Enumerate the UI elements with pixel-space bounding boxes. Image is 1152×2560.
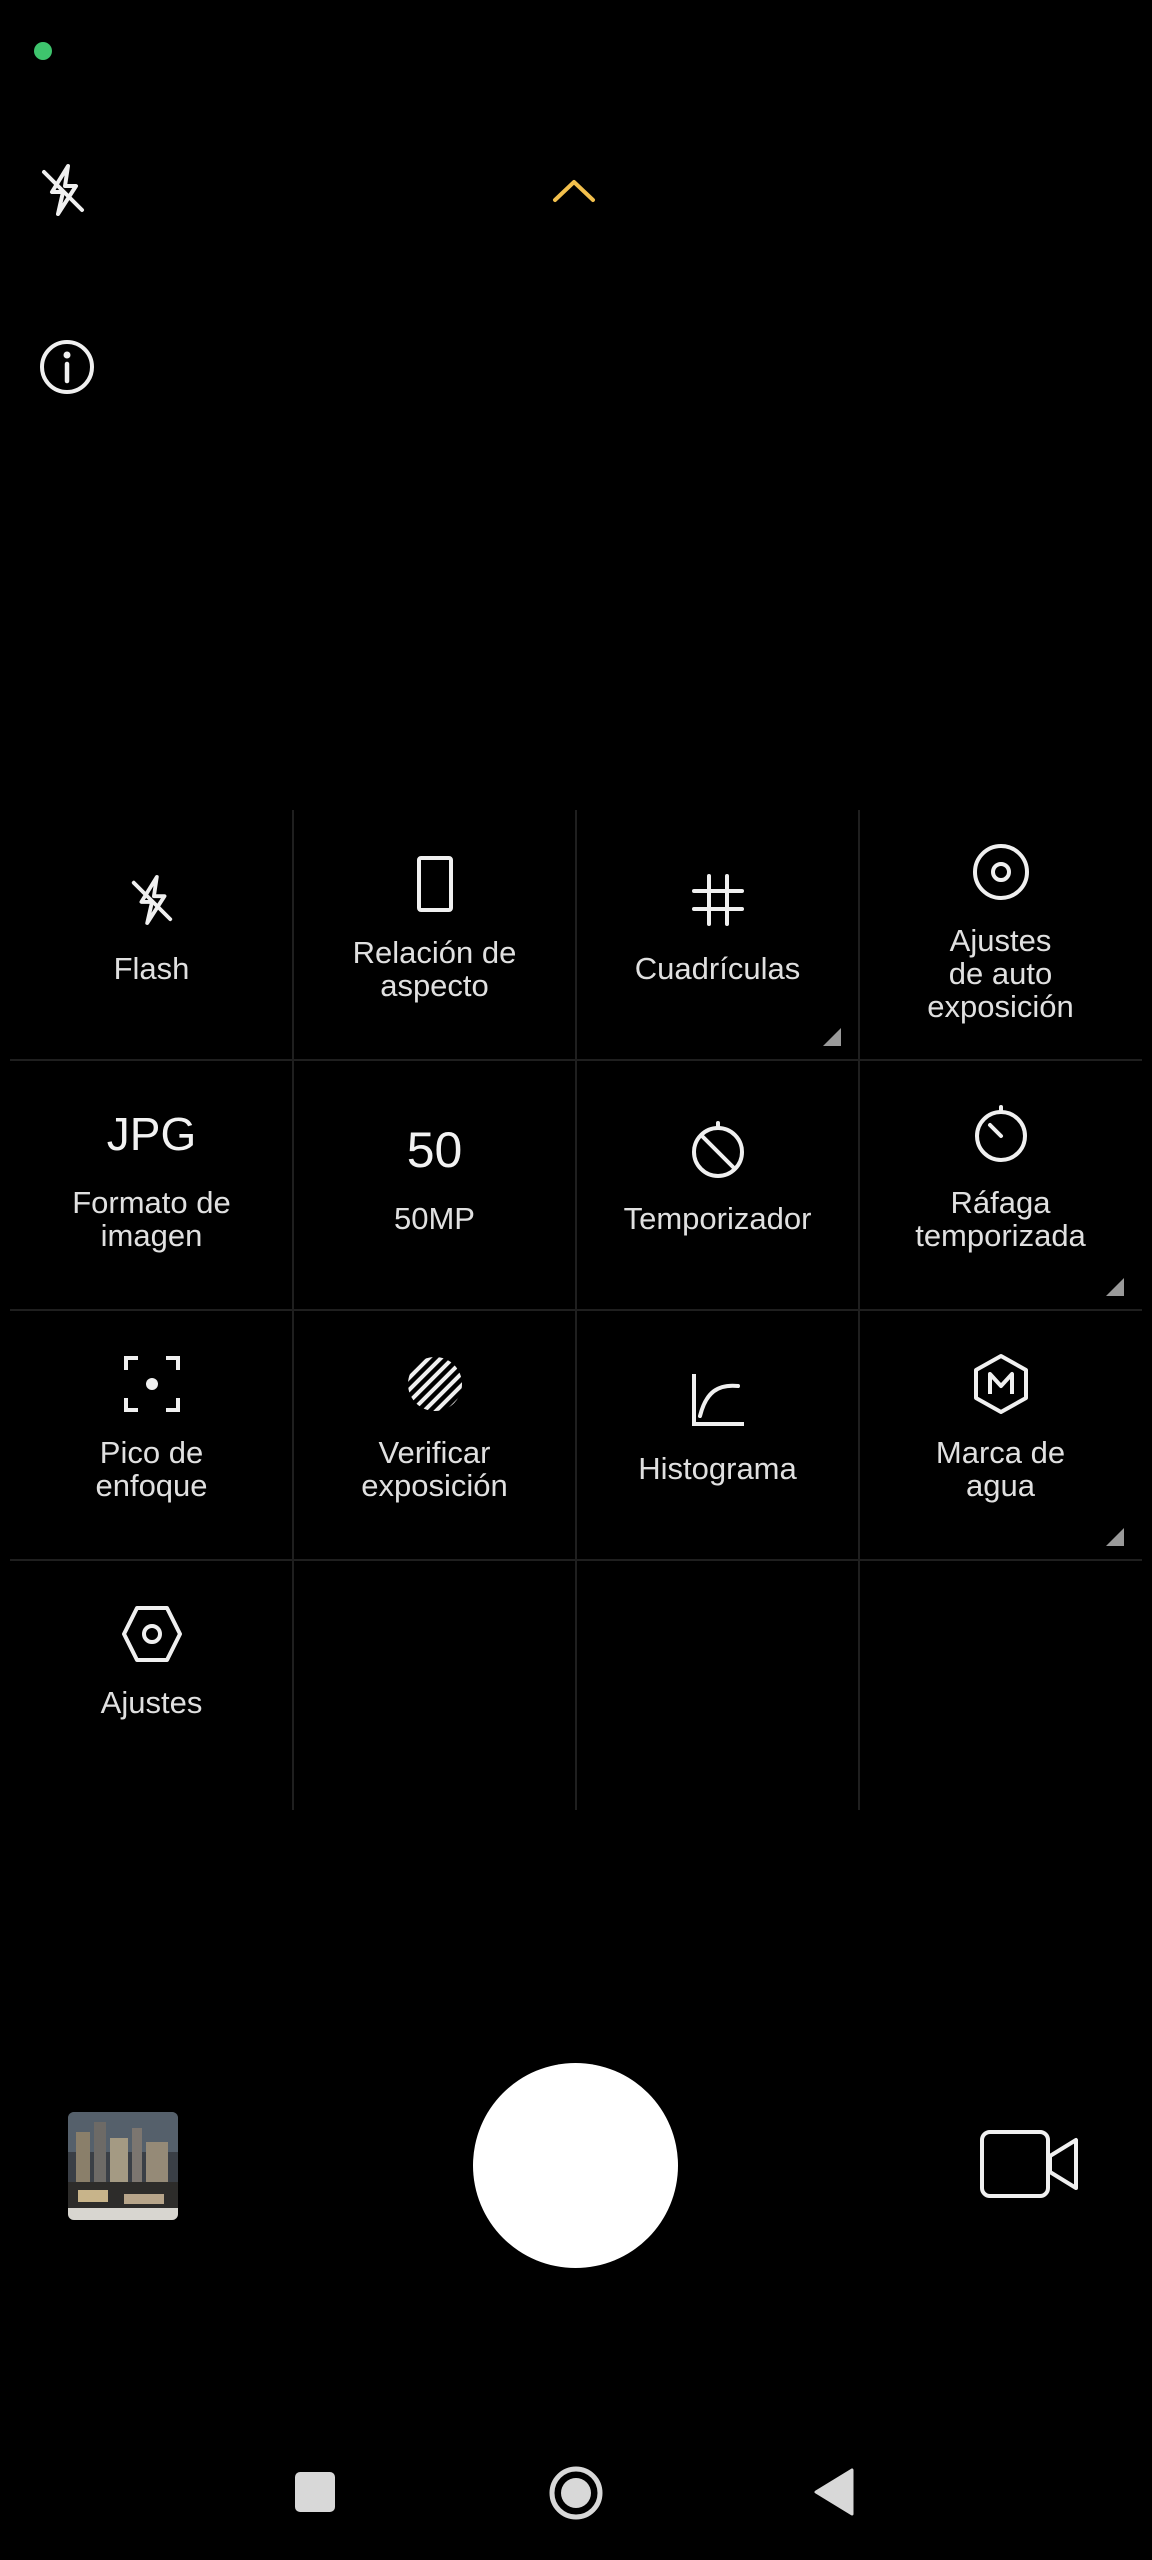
setting-label: Cuadrículas xyxy=(634,951,801,986)
setting-label: Ráfaga temporizada xyxy=(915,1185,1086,1253)
camera-screen: Flash Relación de aspecto Cuadrículas Aj… xyxy=(0,0,1152,2560)
setting-label: Temporizador xyxy=(623,1201,812,1236)
settings-grid: Flash Relación de aspecto Cuadrículas Aj… xyxy=(10,810,1142,1810)
setting-label: Formato de imagen xyxy=(72,1185,231,1253)
setting-label: Flash xyxy=(113,951,190,986)
setting-watermark[interactable]: Marca de agua xyxy=(859,1310,1142,1560)
watermark-icon xyxy=(959,1342,1043,1426)
video-camera-icon[interactable] xyxy=(978,2126,1082,2202)
setting-label: Ajustes de auto exposición xyxy=(927,923,1074,1024)
setting-histogram[interactable]: Histograma xyxy=(576,1310,859,1560)
triangle-back-icon[interactable] xyxy=(812,2466,856,2518)
zebra-stripes-icon xyxy=(393,1342,477,1426)
settings-hexagon-icon xyxy=(110,1592,194,1676)
submenu-indicator-icon xyxy=(1106,1278,1124,1296)
square-recents-icon[interactable] xyxy=(295,2472,335,2512)
setting-label: 50MP xyxy=(394,1201,475,1236)
setting-megapixels[interactable]: 50 50MP xyxy=(293,1060,576,1310)
shutter-button[interactable] xyxy=(473,2063,678,2268)
setting-timed-burst[interactable]: Ráfaga temporizada xyxy=(859,1060,1142,1310)
flash-off-icon[interactable] xyxy=(30,150,96,230)
submenu-indicator-icon xyxy=(823,1028,841,1046)
setting-label: Marca de agua xyxy=(935,1435,1066,1503)
timer-icon xyxy=(959,1092,1043,1176)
exposure-icon xyxy=(959,830,1043,914)
submenu-indicator-icon xyxy=(1106,1528,1124,1546)
setting-image-format[interactable]: JPG Formato de imagen xyxy=(10,1060,293,1310)
setting-focus-peaking[interactable]: Pico de enfoque xyxy=(10,1310,293,1560)
chevron-up-icon[interactable] xyxy=(540,160,608,220)
timer-off-icon xyxy=(676,1108,760,1192)
circle-home-icon[interactable] xyxy=(548,2465,604,2521)
flash-off-icon xyxy=(110,858,194,942)
gallery-thumbnail[interactable] xyxy=(68,2112,178,2220)
setting-auto-exposure[interactable]: Ajustes de auto exposición xyxy=(859,810,1142,1060)
setting-label: Histograma xyxy=(638,1451,797,1486)
setting-label: Ajustes xyxy=(100,1685,203,1720)
histogram-icon xyxy=(676,1358,760,1442)
image-format-value: JPG xyxy=(106,1108,197,1160)
setting-flash[interactable]: Flash xyxy=(10,810,293,1060)
setting-label: Relación de aspecto xyxy=(352,935,517,1003)
megapixel-value: 50 xyxy=(406,1122,463,1178)
privacy-indicator-dot xyxy=(34,42,52,60)
setting-timer[interactable]: Temporizador xyxy=(576,1060,859,1310)
setting-exposure-check[interactable]: Verificar exposición xyxy=(293,1310,576,1560)
info-icon[interactable] xyxy=(34,334,100,400)
focus-peaking-icon xyxy=(110,1342,194,1426)
setting-grids[interactable]: Cuadrículas xyxy=(576,810,859,1060)
setting-settings[interactable]: Ajustes xyxy=(10,1560,293,1810)
setting-label: Pico de enfoque xyxy=(95,1435,208,1503)
setting-aspect-ratio[interactable]: Relación de aspecto xyxy=(293,810,576,1060)
aspect-ratio-icon xyxy=(393,842,477,926)
grid-icon xyxy=(676,858,760,942)
setting-label: Verificar exposición xyxy=(361,1435,508,1503)
